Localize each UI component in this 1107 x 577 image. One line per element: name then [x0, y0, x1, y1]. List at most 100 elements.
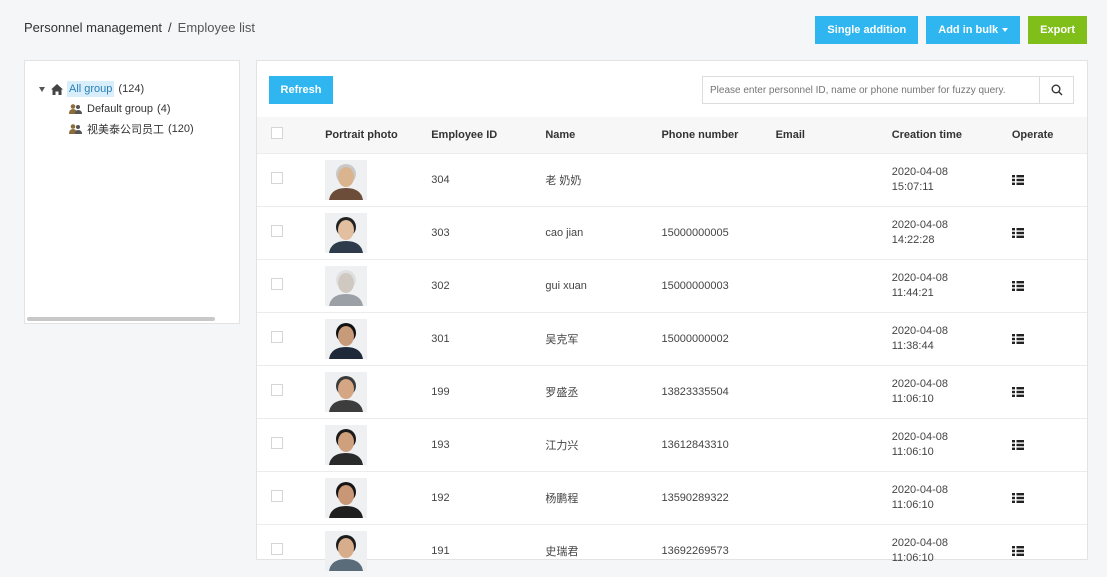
name-cell: 老 奶奶 [545, 174, 582, 187]
breadcrumb-current: Employee list [177, 20, 255, 35]
portrait-photo[interactable] [325, 318, 368, 359]
scrollbar-thumb[interactable] [27, 317, 215, 321]
tree-collapse-icon[interactable] [39, 86, 45, 92]
group-icon [69, 104, 82, 114]
name-cell: 杨鹏程 [545, 492, 579, 505]
portrait-photo[interactable] [325, 424, 368, 465]
name-cell: cao jian [545, 226, 584, 239]
employee-id-cell: 193 [431, 438, 450, 451]
column-header-portrait: Portrait photo [325, 128, 398, 141]
home-icon [51, 83, 63, 95]
name-cell: 罗盛丞 [545, 386, 579, 399]
email-cell [776, 206, 892, 259]
operate-menu-icon[interactable] [1011, 227, 1024, 238]
phone-cell: 15000000005 [661, 226, 729, 239]
tree-item-label: 视美泰公司员工 [87, 124, 164, 136]
portrait-photo[interactable] [325, 371, 368, 412]
creation-time: 15:07:11 [891, 180, 934, 193]
portrait-photo[interactable] [325, 212, 368, 253]
phone-cell: 13612843310 [661, 438, 729, 451]
operate-menu-icon[interactable] [1011, 174, 1024, 185]
creation-time: 11:06:10 [891, 498, 934, 511]
tree-item-label: Default group [87, 103, 154, 115]
creation-time: 11:06:10 [891, 392, 934, 405]
portrait-photo[interactable] [325, 159, 368, 200]
creation-time: 11:06:10 [891, 445, 934, 458]
column-header-operate: Operate [1011, 128, 1054, 141]
search-input[interactable] [703, 77, 1039, 103]
creation-time: 11:38:44 [891, 339, 934, 352]
breadcrumb-parent[interactable]: Personnel management [24, 20, 162, 35]
phone-cell [661, 153, 775, 206]
phone-cell: 13590289322 [661, 491, 729, 504]
row-checkbox[interactable] [271, 543, 283, 556]
column-header-employee-id: Employee ID [431, 128, 498, 141]
phone-cell: 13692269573 [661, 544, 729, 557]
employee-table: Portrait photo Employee ID Name Phone nu… [257, 117, 1087, 577]
email-cell [776, 471, 892, 524]
email-cell [776, 259, 892, 312]
column-header-phone: Phone number [661, 128, 739, 141]
email-cell [776, 365, 892, 418]
operate-menu-icon[interactable] [1011, 492, 1024, 503]
row-checkbox[interactable] [271, 331, 283, 343]
export-button[interactable]: Export [1028, 16, 1087, 44]
row-checkbox[interactable] [271, 278, 283, 290]
name-cell: 江力兴 [545, 439, 579, 452]
column-header-email: Email [775, 128, 805, 141]
portrait-photo[interactable] [325, 477, 368, 518]
tree-item-default-group[interactable]: Default group (4) [39, 99, 239, 119]
select-all-checkbox[interactable] [271, 127, 283, 140]
portrait-photo[interactable] [325, 530, 368, 571]
column-header-name: Name [545, 128, 576, 141]
row-checkbox[interactable] [271, 384, 283, 396]
employee-id-cell: 304 [431, 173, 450, 186]
employee-list-panel: Refresh Portrait photo Employee ID Name … [256, 60, 1088, 571]
name-cell: gui xuan [545, 279, 587, 292]
refresh-button[interactable]: Refresh [269, 76, 333, 104]
creation-date: 2020-04-08 [891, 536, 948, 549]
operate-menu-icon[interactable] [1011, 545, 1024, 556]
table-row: 304 老 奶奶 2020-04-08 15:07:11 [257, 153, 1087, 206]
email-cell [776, 153, 892, 206]
operate-menu-icon[interactable] [1011, 280, 1024, 291]
row-checkbox[interactable] [271, 225, 283, 237]
table-row: 192 杨鹏程 13590289322 2020-04-08 11:06:10 [257, 471, 1087, 524]
phone-cell: 15000000002 [661, 332, 729, 345]
row-checkbox[interactable] [271, 490, 283, 502]
top-bar: Personnel management / Employee list Singl… [0, 0, 1107, 60]
creation-time: 11:44:21 [891, 286, 934, 299]
creation-date: 2020-04-08 [891, 430, 948, 443]
group-icon [69, 124, 82, 134]
email-cell [776, 524, 892, 577]
email-cell [776, 418, 892, 471]
chevron-down-icon [1002, 28, 1009, 32]
creation-date: 2020-04-08 [891, 377, 948, 390]
name-cell: 史瑞君 [545, 545, 579, 558]
creation-date: 2020-04-08 [891, 218, 948, 231]
group-tree-panel: All group (124) Default group (4) 视美泰公司员… [24, 60, 240, 324]
tree-item-count: (124) [118, 83, 145, 95]
operate-menu-icon[interactable] [1011, 439, 1024, 450]
horizontal-scrollbar[interactable] [25, 315, 239, 323]
operate-menu-icon[interactable] [1011, 333, 1024, 344]
search-box [702, 76, 1074, 104]
row-checkbox[interactable] [271, 437, 283, 449]
employee-id-cell: 302 [431, 279, 450, 292]
add-in-bulk-button[interactable]: Add in bulk [926, 16, 1021, 44]
single-addition-button[interactable]: Single addition [815, 16, 919, 44]
tree-item-label: All group [67, 81, 115, 97]
row-checkbox[interactable] [271, 172, 283, 184]
breadcrumb-separator: / [168, 20, 172, 35]
search-button[interactable] [1039, 77, 1073, 103]
email-cell [776, 312, 892, 365]
employee-id-cell: 303 [431, 226, 450, 239]
table-row: 303 cao jian 15000000005 2020-04-08 14:22:28 [257, 206, 1087, 259]
tree-item-all-group[interactable]: All group (124) [39, 79, 239, 99]
tree-item-company-staff[interactable]: 视美泰公司员工 (120) [39, 119, 239, 139]
phone-cell: 13823335504 [661, 385, 729, 398]
portrait-photo[interactable] [325, 265, 368, 306]
column-header-creation-time: Creation time [891, 128, 962, 141]
employee-id-cell: 199 [431, 385, 450, 398]
operate-menu-icon[interactable] [1011, 386, 1024, 397]
